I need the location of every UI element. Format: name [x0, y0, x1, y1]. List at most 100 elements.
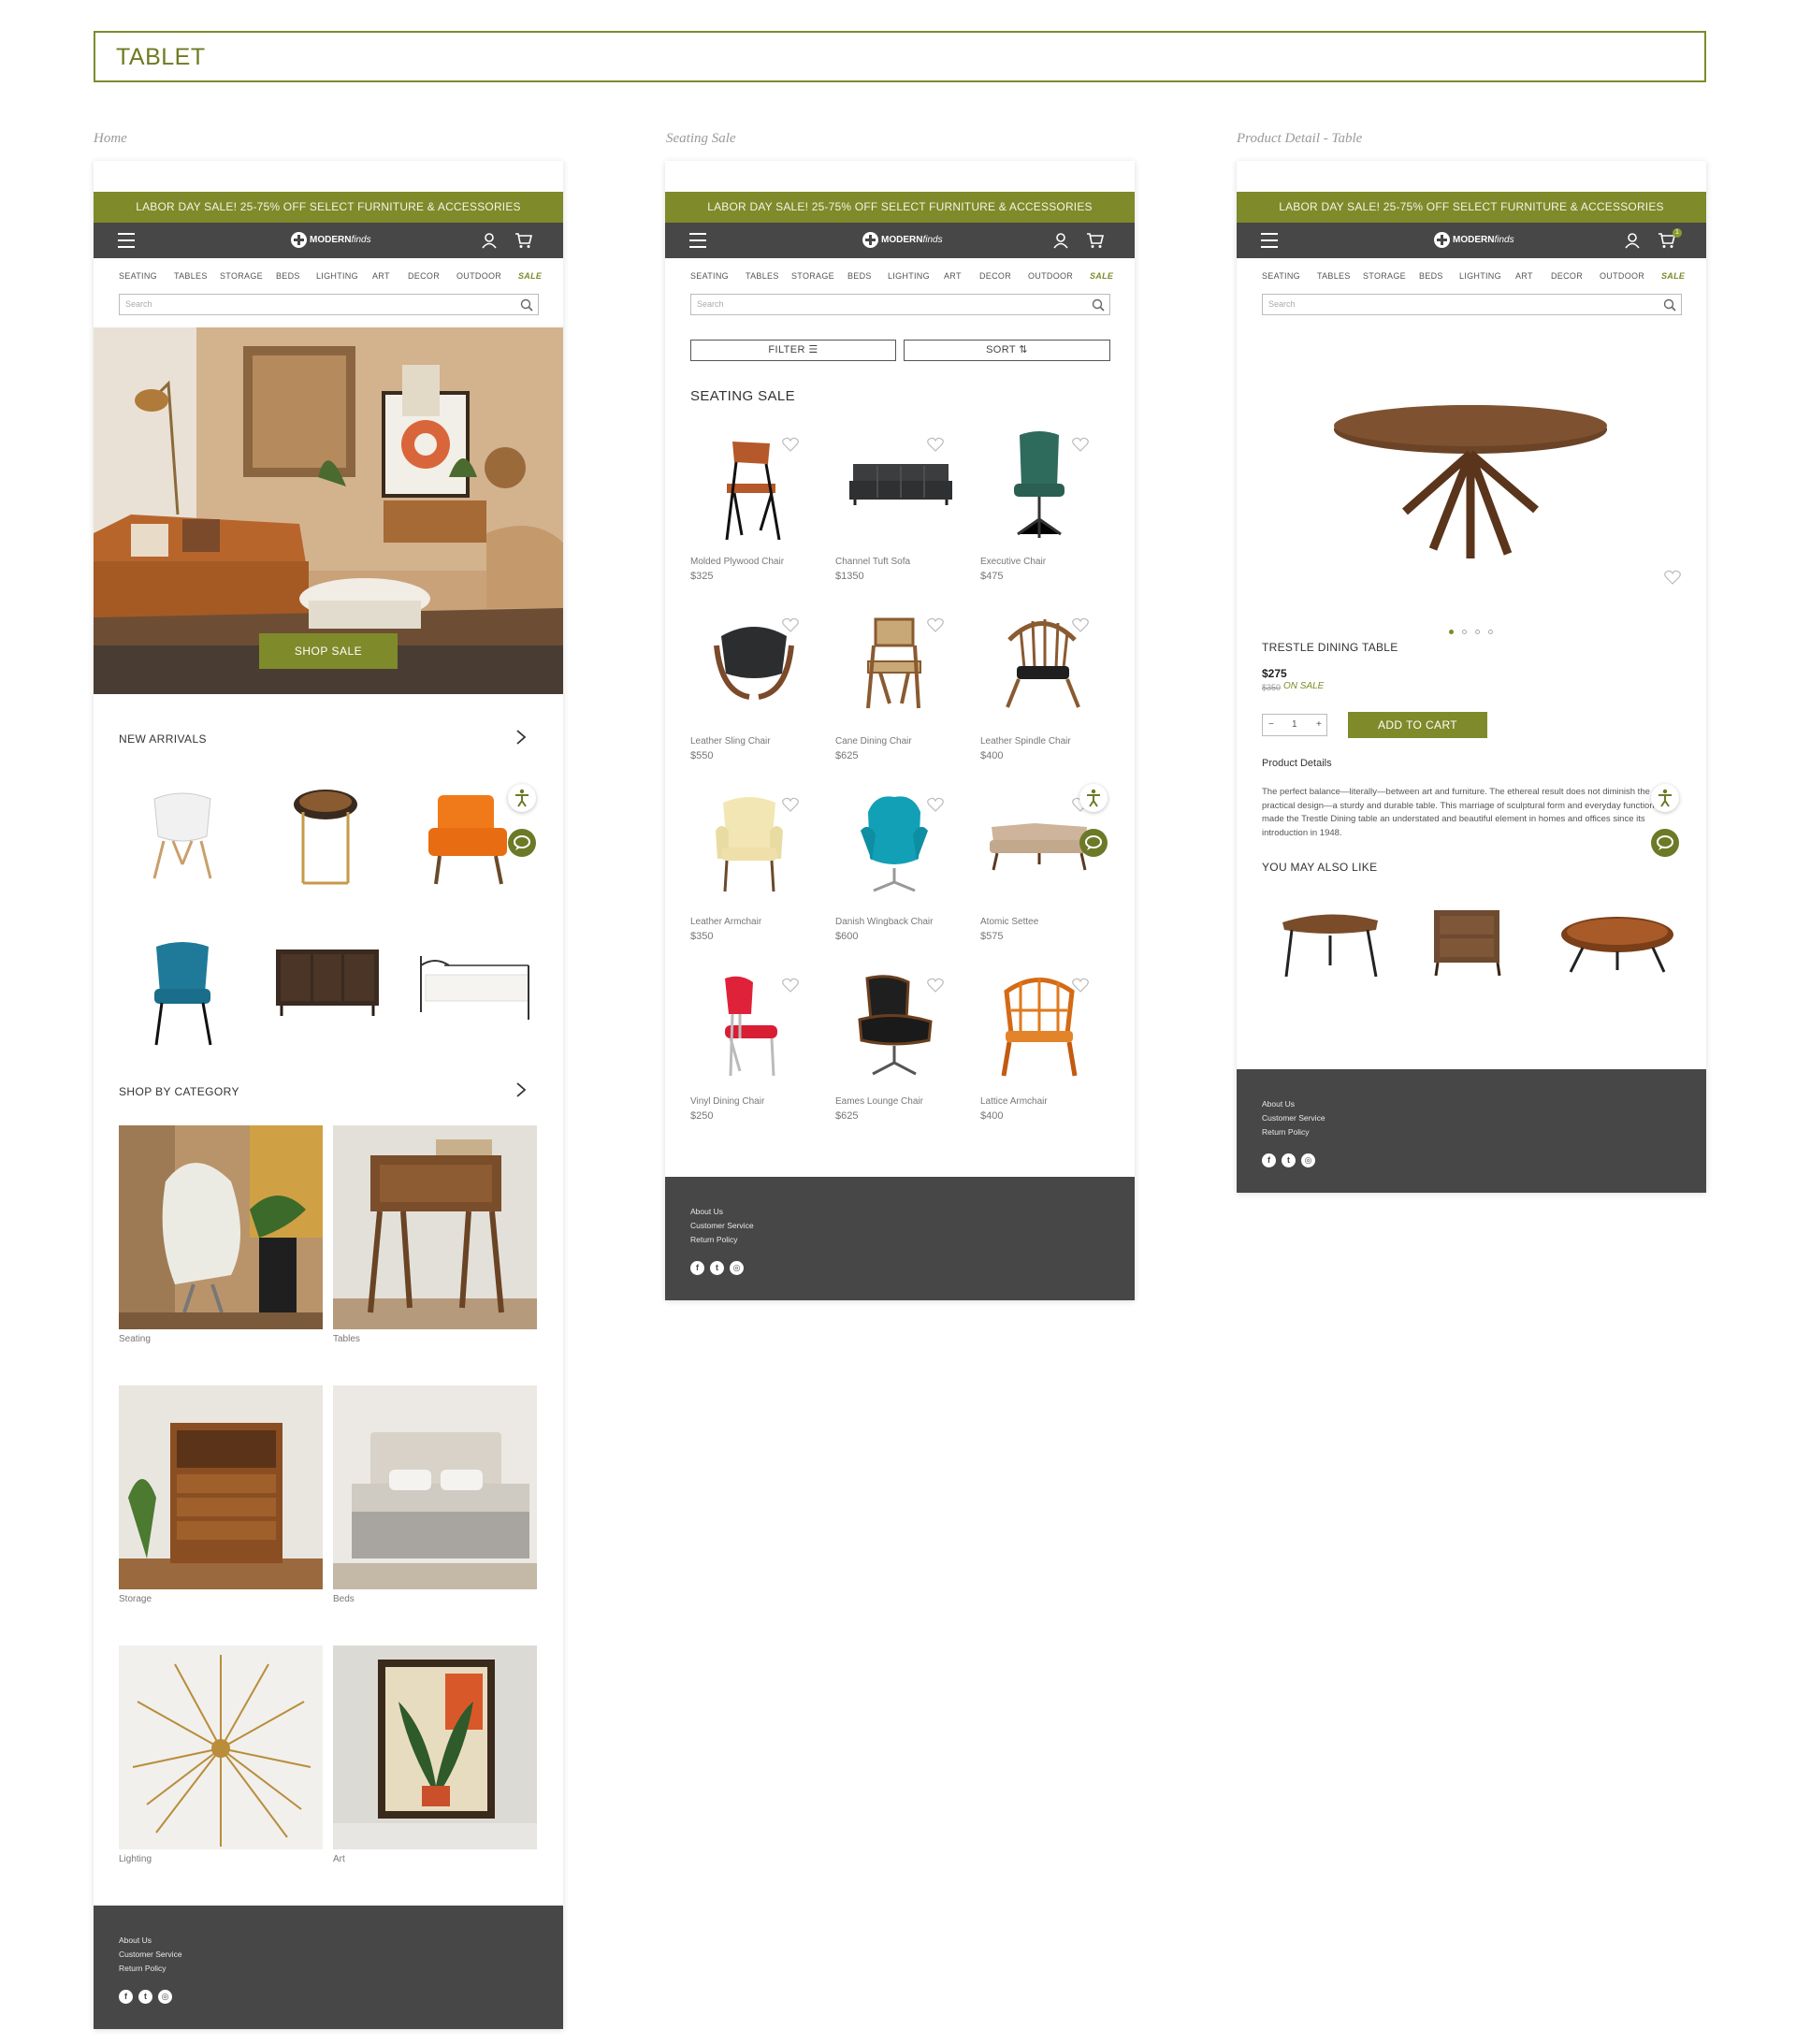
product-name[interactable]: Channel Tuft Sofa — [835, 557, 910, 567]
sale-banner[interactable]: LABOR DAY SALE! 25-75% OFF SELECT FURNIT… — [1237, 192, 1706, 223]
shopping-cart-icon[interactable] — [1086, 232, 1105, 249]
product-name[interactable]: Danish Wingback Chair — [835, 917, 934, 927]
footer-return-policy-link[interactable]: Return Policy — [119, 1962, 182, 1976]
wishlist-heart-icon[interactable] — [782, 978, 799, 993]
quantity-stepper[interactable]: − 1 + — [1262, 714, 1327, 736]
wishlist-heart-icon[interactable] — [927, 617, 944, 632]
search-icon[interactable] — [1092, 298, 1105, 312]
quantity-increment-button[interactable]: + — [1316, 719, 1322, 730]
nav-tables[interactable]: TABLES — [746, 271, 779, 281]
wishlist-heart-icon[interactable] — [782, 617, 799, 632]
accessibility-icon[interactable] — [1079, 784, 1108, 812]
nav-tables[interactable]: TABLES — [1317, 271, 1351, 281]
product-name[interactable]: Cane Dining Chair — [835, 736, 912, 747]
nav-beds[interactable]: BEDS — [847, 271, 872, 281]
product-cane-dining-chair-image[interactable] — [857, 610, 932, 713]
search-icon[interactable] — [1663, 298, 1676, 312]
carousel-dot[interactable] — [1488, 630, 1493, 634]
footer-customer-service-link[interactable]: Customer Service — [1262, 1111, 1325, 1125]
nav-storage[interactable]: STORAGE — [1363, 271, 1406, 281]
sort-button[interactable]: SORT ⇅ — [904, 340, 1110, 361]
product-channel-tuft-sofa-image[interactable] — [849, 460, 952, 507]
product-name[interactable]: Molded Plywood Chair — [690, 557, 784, 567]
product-name[interactable]: Executive Chair — [980, 557, 1046, 567]
footer-about-link[interactable]: About Us — [1262, 1097, 1325, 1111]
product-name[interactable]: Leather Spindle Chair — [980, 736, 1071, 747]
related-product-coffee-table-image[interactable] — [1559, 914, 1676, 975]
category-lighting-label[interactable]: Lighting — [119, 1854, 152, 1864]
footer-about-link[interactable]: About Us — [690, 1205, 754, 1219]
nav-art[interactable]: ART — [1515, 271, 1533, 281]
nav-sale[interactable]: SALE — [518, 271, 542, 281]
product-vinyl-dining-chair-image[interactable] — [712, 973, 787, 1080]
category-art-label[interactable]: Art — [333, 1854, 345, 1864]
instagram-icon[interactable]: ◎ — [158, 1990, 172, 2004]
product-name[interactable]: Leather Armchair — [690, 917, 761, 927]
nav-art[interactable]: ART — [372, 271, 390, 281]
nav-tables[interactable]: TABLES — [174, 271, 208, 281]
footer-customer-service-link[interactable]: Customer Service — [690, 1219, 754, 1233]
product-leather-armchair-image[interactable] — [712, 793, 787, 896]
product-name[interactable]: Atomic Settee — [980, 917, 1038, 927]
footer-about-link[interactable]: About Us — [119, 1934, 182, 1948]
wishlist-heart-icon[interactable] — [927, 437, 944, 452]
wishlist-heart-icon[interactable] — [1072, 437, 1089, 452]
twitter-icon[interactable]: t — [710, 1261, 724, 1275]
category-beds-label[interactable]: Beds — [333, 1594, 355, 1604]
hamburger-menu-icon[interactable] — [1261, 233, 1278, 248]
product-executive-chair-image[interactable] — [1007, 429, 1072, 542]
hamburger-menu-icon[interactable] — [689, 233, 706, 248]
nav-art[interactable]: ART — [944, 271, 962, 281]
add-to-cart-button[interactable]: ADD TO CART — [1348, 712, 1487, 738]
chat-bubble-icon[interactable] — [508, 829, 536, 857]
product-name[interactable]: Leather Sling Chair — [690, 736, 771, 747]
nav-beds[interactable]: BEDS — [276, 271, 300, 281]
hamburger-menu-icon[interactable] — [118, 233, 135, 248]
footer-customer-service-link[interactable]: Customer Service — [119, 1948, 182, 1962]
carousel-dot[interactable] — [1462, 630, 1467, 634]
category-seating-label[interactable]: Seating — [119, 1334, 151, 1344]
nav-seating[interactable]: SEATING — [119, 271, 157, 281]
wishlist-heart-icon[interactable] — [1664, 570, 1681, 585]
product-molded-plywood-chair-image[interactable] — [714, 432, 789, 544]
wishlist-heart-icon[interactable] — [782, 437, 799, 452]
wishlist-heart-icon[interactable] — [1072, 978, 1089, 993]
category-tables-label[interactable]: Tables — [333, 1334, 360, 1344]
brand-logo[interactable]: MODERNfinds — [291, 232, 371, 249]
user-account-icon[interactable] — [481, 232, 498, 249]
footer-return-policy-link[interactable]: Return Policy — [1262, 1125, 1325, 1139]
instagram-icon[interactable]: ◎ — [730, 1261, 744, 1275]
chat-bubble-icon[interactable] — [1079, 829, 1108, 857]
search-input[interactable]: Search — [119, 294, 539, 315]
category-lighting-image[interactable] — [119, 1645, 323, 1849]
carousel-dot[interactable] — [1475, 630, 1480, 634]
sale-banner[interactable]: LABOR DAY SALE! 25-75% OFF SELECT FURNIT… — [665, 192, 1135, 223]
wishlist-heart-icon[interactable] — [782, 797, 799, 812]
nav-lighting[interactable]: LIGHTING — [888, 271, 930, 281]
filter-button[interactable]: FILTER ☰ — [690, 340, 896, 361]
nav-sale[interactable]: SALE — [1090, 271, 1113, 281]
nav-seating[interactable]: SEATING — [1262, 271, 1300, 281]
category-seating-image[interactable] — [119, 1125, 323, 1329]
nav-outdoor[interactable]: OUTDOOR — [456, 271, 501, 281]
nav-lighting[interactable]: LIGHTING — [316, 271, 358, 281]
nav-decor[interactable]: DECOR — [1551, 271, 1583, 281]
nav-sale[interactable]: SALE — [1661, 271, 1685, 281]
wishlist-heart-icon[interactable] — [1072, 617, 1089, 632]
wishlist-heart-icon[interactable] — [927, 978, 944, 993]
category-art-image[interactable] — [333, 1645, 537, 1849]
shopping-cart-icon[interactable] — [514, 232, 533, 249]
new-arrivals-chevron-right-icon[interactable] — [514, 729, 528, 746]
product-name[interactable]: Eames Lounge Chair — [835, 1096, 923, 1107]
facebook-icon[interactable]: f — [119, 1990, 133, 2004]
category-tables-image[interactable] — [333, 1125, 537, 1329]
search-input[interactable]: Search — [690, 294, 1110, 315]
category-storage-label[interactable]: Storage — [119, 1594, 152, 1604]
user-account-icon[interactable] — [1052, 232, 1069, 249]
product-atomic-settee-image[interactable] — [988, 818, 1091, 874]
accessibility-icon[interactable] — [508, 784, 536, 812]
chat-bubble-icon[interactable] — [1651, 829, 1679, 857]
sale-banner[interactable]: LABOR DAY SALE! 25-75% OFF SELECT FURNIT… — [94, 192, 563, 223]
search-icon[interactable] — [520, 298, 533, 312]
nav-decor[interactable]: DECOR — [979, 271, 1011, 281]
